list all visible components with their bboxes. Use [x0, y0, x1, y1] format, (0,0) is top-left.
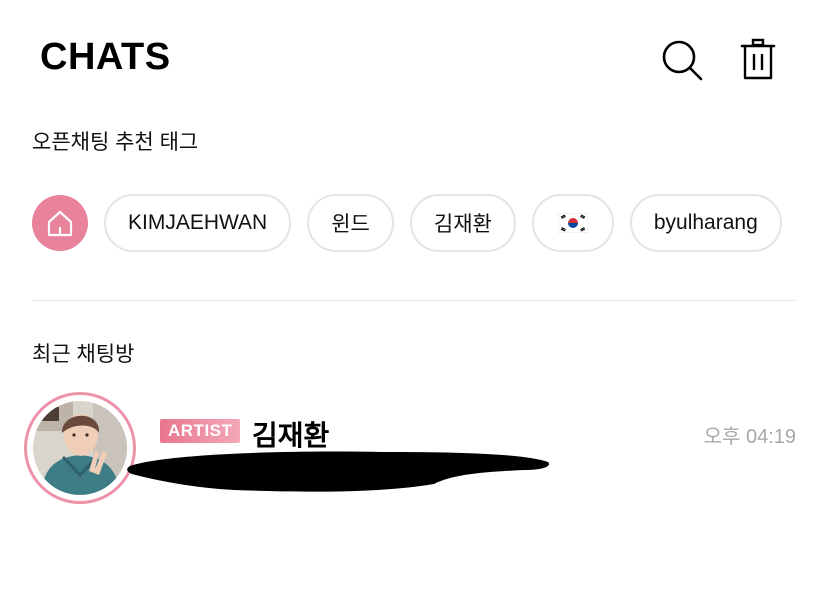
- tag-byulharang[interactable]: byulharang: [629, 194, 782, 252]
- home-tag-button[interactable]: [32, 195, 88, 251]
- section-divider: [32, 300, 796, 301]
- chat-timestamp: 오후 04:19: [703, 426, 796, 448]
- tag-kimjaehwan[interactable]: KIMJAEHWAN: [104, 194, 292, 252]
- tag-wind[interactable]: 윈드: [307, 194, 394, 252]
- page-title: CHATS: [40, 36, 171, 78]
- home-icon: [47, 210, 73, 237]
- recent-section-label: 최근 채팅방: [32, 343, 135, 366]
- chat-room-item[interactable]: ARTIST 김재환 오후 04:19: [24, 392, 804, 508]
- artist-badge: ARTIST: [160, 419, 241, 443]
- search-icon[interactable]: [658, 36, 706, 84]
- redaction-scribble: [127, 451, 549, 492]
- tags-section-label: 오픈채팅 추천 태그: [32, 131, 199, 154]
- recommended-tags-row: KIMJAEHWAN 윈드 김재환 byulharang: [32, 192, 828, 254]
- avatar: [24, 392, 136, 504]
- trash-icon[interactable]: [734, 36, 782, 84]
- tag-kimjaehwan-korean[interactable]: 김재환: [409, 194, 516, 252]
- korea-flag-icon: [557, 213, 588, 233]
- tag-korea-flag[interactable]: [531, 194, 614, 252]
